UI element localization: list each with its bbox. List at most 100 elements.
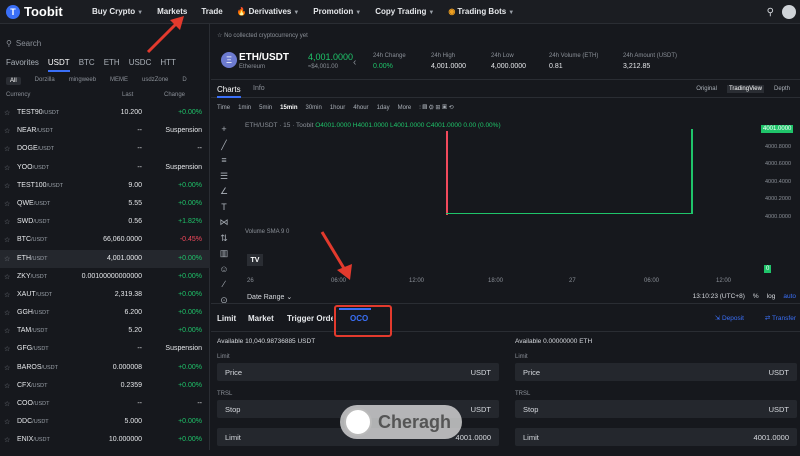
ruler-icon[interactable]: ▥ (217, 248, 231, 264)
brush-icon[interactable]: ∠ (217, 186, 231, 202)
nav-trading-bots[interactable]: ◉ Trading Bots ▼ (448, 7, 514, 16)
tf-4hour[interactable]: 4hour (353, 105, 368, 111)
star-icon[interactable]: ☆ (4, 218, 10, 226)
tf-1min[interactable]: 1min (238, 105, 251, 111)
tab-charts[interactable]: Charts (217, 85, 241, 98)
sell-limit-input[interactable]: Limit 4001.0000 (515, 428, 797, 446)
star-icon[interactable]: ☆ (4, 127, 10, 135)
subtab-usdzzone[interactable]: usdzZone (142, 77, 168, 85)
star-icon[interactable]: ☆ (4, 291, 10, 299)
pair-name[interactable]: ETH/USDT (239, 52, 289, 63)
star-icon[interactable]: ☆ (4, 364, 10, 372)
transfer-link[interactable]: ⇄ Transfer (765, 314, 796, 322)
tab-eth[interactable]: ETH (104, 58, 120, 72)
star-icon[interactable]: ☆ (4, 418, 10, 426)
star-icon[interactable]: ☆ (4, 400, 10, 408)
pattern-icon[interactable]: ⋈ (217, 217, 231, 233)
horizontal-lines-icon[interactable]: ≡ (217, 155, 231, 171)
tradingview-logo-icon[interactable]: TV (247, 254, 263, 266)
tab-btc[interactable]: BTC (79, 58, 95, 72)
market-row[interactable]: ☆ ETH/USDT 4,001.0000 +0.00% (0, 249, 210, 268)
trendline-icon[interactable]: ╱ (217, 140, 231, 156)
star-icon[interactable]: ☆ (4, 255, 10, 263)
market-row[interactable]: ☆ TEST90/USDT 10.200 +0.00% (0, 104, 210, 122)
buy-price-input[interactable]: Price USDT (217, 363, 499, 381)
tf-more[interactable]: More (398, 105, 412, 111)
star-icon[interactable]: ☆ (4, 345, 10, 353)
tf-1day[interactable]: 1day (377, 105, 390, 111)
tab-market[interactable]: Market (248, 314, 274, 323)
tf-5min[interactable]: 5min (259, 105, 272, 111)
deposit-link[interactable]: ⇲ Deposit (715, 314, 744, 322)
shapes-icon[interactable]: ☺ (217, 264, 231, 280)
market-row[interactable]: ☆ ZKY/USDT 0.00100000000000 +0.00% (0, 268, 210, 286)
date-range-button[interactable]: Date Range ⌄ (247, 293, 292, 301)
star-icon[interactable]: ☆ (4, 327, 10, 335)
market-row[interactable]: ☆ SWD/USDT 0.56 +1.82% (0, 213, 210, 231)
tab-htt[interactable]: HTT (160, 58, 176, 72)
tab-info[interactable]: Info (253, 85, 265, 92)
market-row[interactable]: ☆ XAUT/USDT 2,319.38 +0.00% (0, 286, 210, 304)
percent-toggle[interactable]: % (753, 293, 759, 300)
market-row[interactable]: ☆ YOO/USDT -- Suspension (0, 159, 210, 177)
tab-favorites[interactable]: Favorites (6, 58, 39, 72)
nav-trade[interactable]: Trade (201, 7, 222, 16)
avatar[interactable] (782, 5, 796, 19)
market-row[interactable]: ☆ BAROS/USDT 0.000008 +0.00% (0, 359, 210, 377)
nav-markets[interactable]: Markets (157, 7, 187, 16)
tab-usdt[interactable]: USDT (47, 58, 70, 72)
view-tradingview[interactable]: TradingView (726, 85, 764, 93)
chevron-left-icon[interactable]: ‹ (353, 57, 356, 68)
market-row[interactable]: ☆ GFG/USDT -- Suspension (0, 340, 210, 358)
subtab-dorzilla[interactable]: Dorzilla (35, 77, 55, 85)
tab-limit[interactable]: Limit (217, 314, 236, 323)
text-icon[interactable]: T (217, 202, 231, 218)
view-original[interactable]: Original (694, 85, 719, 93)
star-icon[interactable]: ☆ (217, 33, 222, 39)
market-row[interactable]: ☆ COO/USDT -- -- (0, 395, 210, 413)
col-last[interactable]: Last (122, 92, 133, 98)
subtab-d[interactable]: D (182, 77, 186, 85)
star-icon[interactable]: ☆ (4, 109, 10, 117)
tf-30min[interactable]: 30min (306, 105, 322, 111)
subtab-all[interactable]: All (6, 77, 21, 85)
star-icon[interactable]: ☆ (4, 436, 10, 444)
tab-usdc[interactable]: USDC (129, 58, 152, 72)
market-row[interactable]: ☆ DDC/USDT 5.000 +0.00% (0, 413, 210, 431)
market-row[interactable]: ☆ NEAR/USDT -- Suspension (0, 122, 210, 140)
search-icon[interactable]: ⚲ (767, 7, 774, 18)
star-icon[interactable]: ☆ (4, 309, 10, 317)
view-depth[interactable]: Depth (772, 85, 792, 93)
market-row[interactable]: ☆ GGH/USDT 6.200 +0.00% (0, 304, 210, 322)
tf-15min[interactable]: 15min (280, 105, 297, 111)
sell-price-input[interactable]: Price USDT (515, 363, 797, 381)
forecast-icon[interactable]: ⇅ (217, 233, 231, 249)
price-axis[interactable]: 4001.0000 4000.8000 4000.6000 4000.4000 4000… (763, 122, 800, 300)
star-icon[interactable]: ☆ (4, 236, 10, 244)
log-toggle[interactable]: log (767, 293, 776, 300)
col-change[interactable]: Change (164, 92, 185, 98)
star-icon[interactable]: ☆ (4, 382, 10, 390)
market-row[interactable]: ☆ CFX/USDT 0.2359 +0.00% (0, 377, 210, 395)
logo[interactable]: T Toobit (6, 4, 78, 19)
market-row[interactable]: ☆ BTC/USDT 66,060.0000 -0.45% (0, 231, 210, 249)
nav-buy-crypto[interactable]: Buy Crypto ▼ (92, 7, 143, 16)
auto-toggle[interactable]: auto (783, 293, 796, 300)
indicators-icon[interactable]: ⫶ ▤ ⚙ ⊞ ▣ ⟲ (419, 104, 453, 112)
tf-1hour[interactable]: 1hour (330, 105, 345, 111)
nav-promotion[interactable]: Promotion ▼ (313, 7, 361, 16)
tf-time[interactable]: Time (217, 105, 230, 111)
tab-trigger-order[interactable]: Trigger Order (287, 314, 333, 323)
market-row[interactable]: ☆ QWE/USDT 5.55 +0.00% (0, 195, 210, 213)
star-icon[interactable]: ☆ (4, 145, 10, 153)
star-icon[interactable]: ☆ (4, 182, 10, 190)
market-row[interactable]: ☆ ENIX/USDT 10.000000 +0.00% (0, 431, 210, 449)
nav-copy-trading[interactable]: Copy Trading ▼ (375, 7, 434, 16)
sell-stop-input[interactable]: Stop USDT (515, 400, 797, 418)
nav-derivatives[interactable]: 🔥 Derivatives ▼ (237, 7, 300, 16)
fib-icon[interactable]: ☰ (217, 171, 231, 187)
market-row[interactable]: ☆ DOGE/USDT -- -- (0, 140, 210, 158)
star-icon[interactable]: ☆ (4, 200, 10, 208)
market-row[interactable]: ☆ TEST100/USDT 9.00 +0.00% (0, 177, 210, 195)
star-icon[interactable]: ☆ (4, 273, 10, 281)
